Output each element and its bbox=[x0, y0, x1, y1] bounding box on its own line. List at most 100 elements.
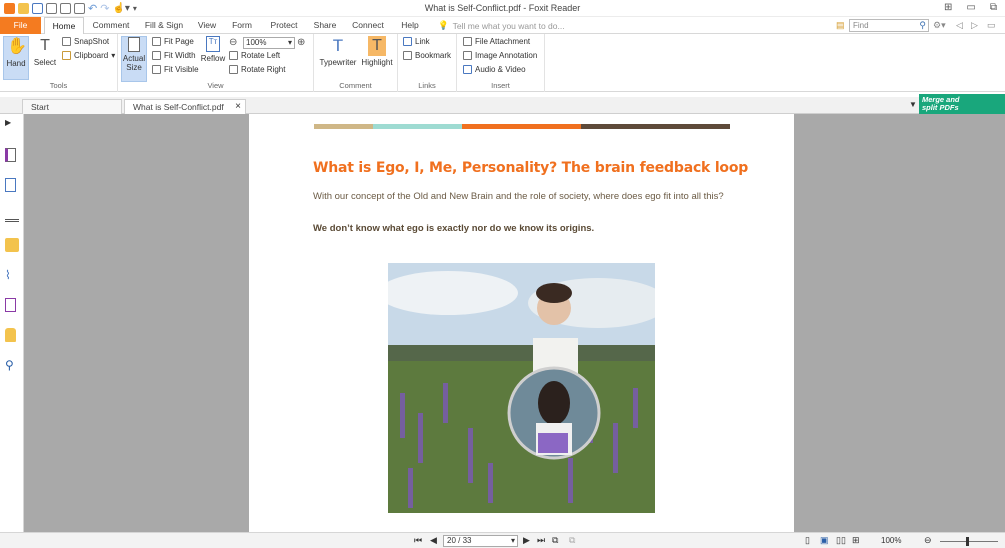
zoom-out-status-icon[interactable]: ⊖ bbox=[924, 535, 932, 546]
view-group-label: View bbox=[207, 81, 224, 90]
tab-share[interactable]: Share bbox=[310, 17, 340, 34]
file-attachment-button[interactable]: File Attachment bbox=[463, 37, 530, 46]
fit-page-button[interactable]: Fit Page bbox=[152, 37, 194, 46]
banner-line-2: split PDFs bbox=[922, 103, 959, 112]
back-icon[interactable]: ◁ bbox=[956, 20, 963, 31]
forward-icon[interactable]: ▷ bbox=[971, 20, 978, 31]
previous-page-icon[interactable]: ◀ bbox=[430, 535, 437, 546]
first-page-icon[interactable]: ⏮ bbox=[414, 535, 422, 546]
group-view: Actual Size Fit Page Fit Width Fit Visib… bbox=[118, 34, 314, 92]
ribbon-options-icon[interactable]: ⊞ bbox=[944, 2, 952, 13]
hand-button[interactable]: ✋ Hand bbox=[3, 36, 29, 80]
title-bar: ↶ ↷ ☝▾ ▾ What is Self-Conflict.pdf - Fox… bbox=[0, 0, 1005, 17]
expand-panel-icon[interactable]: ▶ bbox=[5, 118, 19, 132]
minimize-icon[interactable]: ▭ bbox=[966, 2, 975, 13]
zoom-out-icon[interactable]: ⊖ bbox=[229, 37, 237, 48]
page-layout-icon[interactable]: ⧉ bbox=[552, 535, 558, 546]
image-annotation-button[interactable]: Image Annotation bbox=[463, 51, 537, 60]
copy-page-icon[interactable]: ⧉ bbox=[569, 535, 575, 546]
tab-help[interactable]: Help bbox=[396, 17, 424, 34]
pages-icon[interactable] bbox=[5, 178, 16, 192]
comments-icon[interactable] bbox=[5, 238, 19, 252]
tools-search-icon[interactable]: ⚲ bbox=[5, 358, 19, 372]
rotate-left-label: Rotate Left bbox=[241, 51, 281, 60]
single-page-icon[interactable]: ▯ bbox=[805, 535, 810, 546]
typewriter-button[interactable]: T Typewriter bbox=[318, 36, 358, 67]
attachments-icon[interactable]: ⌇ bbox=[5, 268, 19, 282]
tab-fill-sign[interactable]: Fill & Sign bbox=[140, 17, 188, 34]
reflow-icon: Tт bbox=[206, 36, 220, 52]
window-controls: ⊞ ▭ ⧉ bbox=[944, 2, 997, 13]
next-page-icon[interactable]: ▶ bbox=[523, 535, 530, 546]
security-lock-icon[interactable] bbox=[5, 328, 16, 342]
zoom-slider[interactable] bbox=[940, 541, 998, 542]
tab-file[interactable]: File bbox=[0, 17, 41, 34]
actual-label: Actual bbox=[122, 54, 146, 63]
clipboard-button[interactable]: Clipboard ▾ bbox=[62, 51, 115, 60]
signatures-icon[interactable] bbox=[5, 298, 16, 312]
bookmarks-icon[interactable] bbox=[5, 148, 16, 162]
tell-me-box[interactable]: 💡 Tell me what you want to do... bbox=[438, 20, 565, 31]
page-number-value: 20 / 33 bbox=[447, 536, 472, 545]
page-number-input[interactable]: 20 / 33 ▾ bbox=[443, 535, 518, 547]
snapshot-button[interactable]: SnapShot bbox=[62, 37, 109, 46]
cover-page-icon[interactable]: ⊞ bbox=[852, 535, 860, 546]
color-bar-1 bbox=[314, 124, 373, 129]
audio-video-button[interactable]: Audio & Video bbox=[463, 65, 526, 74]
tab-view[interactable]: View bbox=[194, 17, 220, 34]
tab-home[interactable]: Home bbox=[44, 17, 84, 35]
layers-icon[interactable] bbox=[5, 208, 19, 222]
select-button[interactable]: T Select bbox=[32, 36, 58, 67]
size-label: Size bbox=[126, 63, 142, 72]
typewriter-label: Typewriter bbox=[319, 58, 357, 67]
page-heading: What is Ego, I, Me, Personality? The bra… bbox=[313, 160, 749, 176]
photo-person-with-mirror bbox=[388, 263, 655, 513]
tab-connect[interactable]: Connect bbox=[348, 17, 388, 34]
folder-icon[interactable]: ▤ bbox=[836, 20, 845, 31]
clipboard-label: Clipboard bbox=[74, 51, 109, 60]
tab-comment[interactable]: Comment bbox=[88, 17, 134, 34]
continuous-page-icon[interactable]: ▣ bbox=[820, 535, 829, 546]
links-group-label: Links bbox=[418, 81, 436, 90]
highlight-button[interactable]: T Highlight bbox=[360, 36, 394, 67]
fit-width-icon bbox=[152, 51, 161, 60]
tab-form[interactable]: Form bbox=[228, 17, 256, 34]
tab-start[interactable]: Start bbox=[22, 99, 122, 114]
zoom-select[interactable]: 100% ▾ bbox=[243, 37, 295, 49]
facing-page-icon[interactable]: ▯▯ bbox=[836, 535, 846, 546]
chevron-down-icon: ▾ bbox=[287, 38, 292, 47]
file-attachment-label: File Attachment bbox=[475, 37, 531, 46]
tab-list-icon[interactable]: ▼ bbox=[909, 100, 917, 109]
fit-visible-label: Fit Visible bbox=[164, 65, 199, 74]
help-icon[interactable]: ▭ bbox=[987, 20, 996, 31]
tab-start-label: Start bbox=[31, 102, 49, 112]
tab-document[interactable]: What is Self-Conflict.pdf × bbox=[124, 99, 246, 114]
zoom-value: 100% bbox=[246, 38, 267, 47]
find-input[interactable]: Find ⚲ bbox=[849, 19, 929, 32]
fit-width-button[interactable]: Fit Width bbox=[152, 51, 196, 60]
select-text-icon: T bbox=[40, 37, 50, 54]
tab-protect[interactable]: Protect bbox=[266, 17, 302, 34]
restore-icon[interactable]: ⧉ bbox=[990, 2, 997, 13]
link-button[interactable]: Link bbox=[403, 37, 430, 46]
close-icon[interactable]: × bbox=[235, 100, 241, 114]
search-icon[interactable]: ⚲ bbox=[919, 20, 926, 31]
zoom-in-icon[interactable]: ⊕ bbox=[297, 37, 305, 48]
fit-visible-button[interactable]: Fit Visible bbox=[152, 65, 199, 74]
video-icon bbox=[463, 65, 472, 74]
reflow-button[interactable]: Tт Reflow bbox=[200, 36, 226, 63]
snapshot-label: SnapShot bbox=[74, 37, 110, 46]
rotate-left-button[interactable]: Rotate Left bbox=[229, 51, 280, 60]
camera-icon bbox=[62, 37, 71, 46]
pdf-page: What is Ego, I, Me, Personality? The bra… bbox=[249, 114, 794, 532]
insert-group-label: Insert bbox=[491, 81, 510, 90]
last-page-icon[interactable]: ⏭ bbox=[537, 535, 545, 546]
zoom-slider-handle[interactable] bbox=[966, 537, 969, 546]
settings-icon[interactable]: ⚙▾ bbox=[933, 20, 946, 31]
merge-split-banner[interactable]: Merge and split PDFs bbox=[919, 94, 1005, 114]
navigation-panel: ▶ ⌇ ⚲ bbox=[0, 114, 24, 534]
bookmark-button[interactable]: Bookmark bbox=[403, 51, 451, 60]
actual-size-button[interactable]: Actual Size bbox=[121, 36, 147, 82]
rotate-right-button[interactable]: Rotate Right bbox=[229, 65, 285, 74]
document-viewer[interactable]: What is Ego, I, Me, Personality? The bra… bbox=[24, 114, 1005, 532]
